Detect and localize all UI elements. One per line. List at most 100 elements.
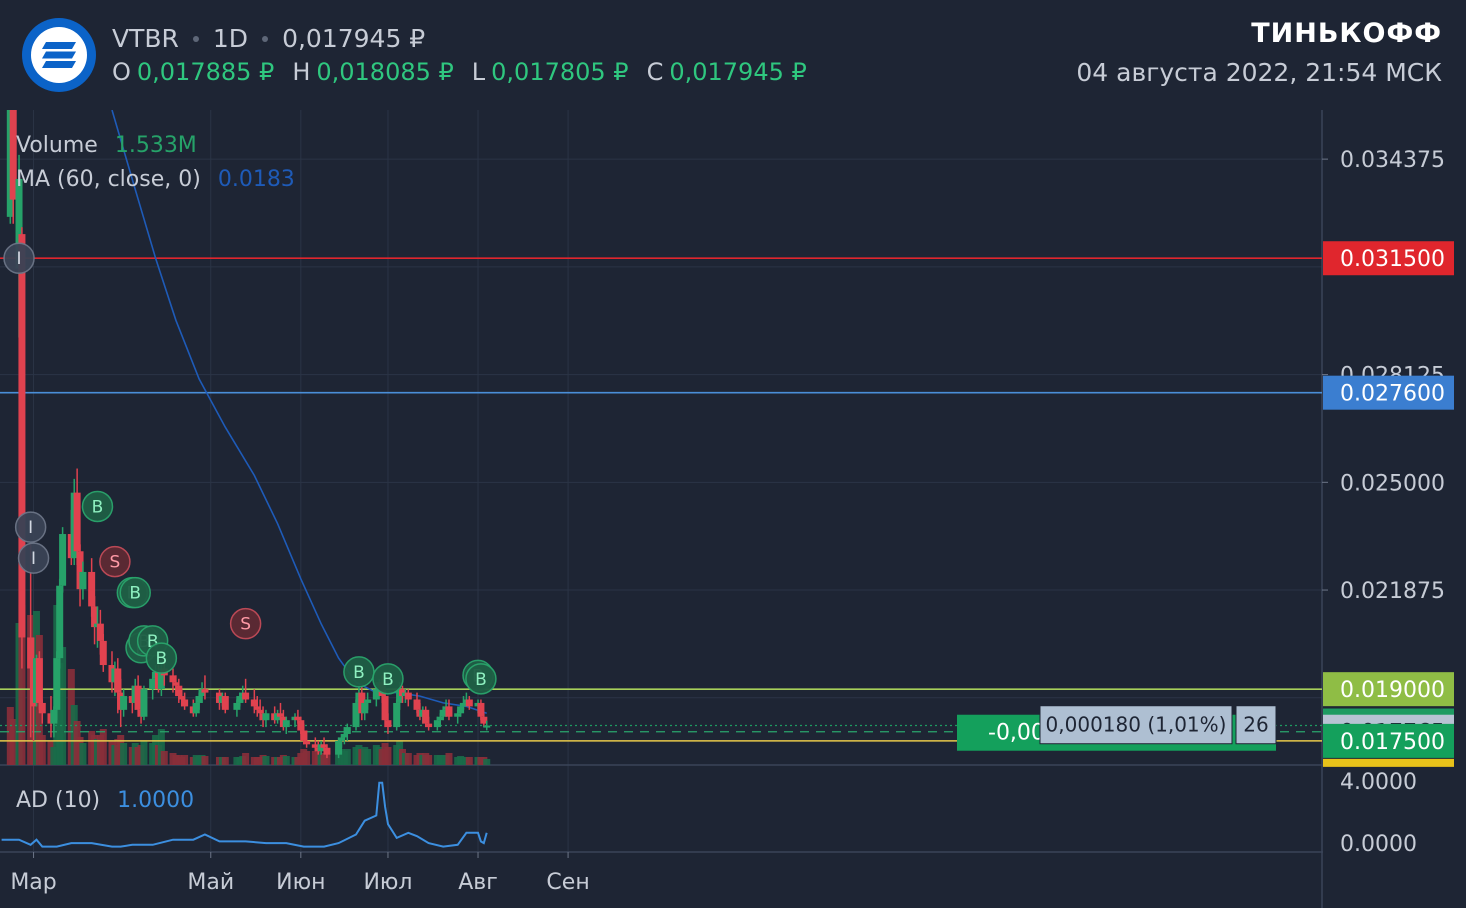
candle-body: [425, 723, 433, 728]
price-axis-yellow-tag: [1323, 758, 1454, 767]
position-pnl: -0,00: [988, 721, 1045, 746]
volume-bar: [262, 756, 270, 765]
candle-body: [262, 713, 270, 721]
trade-marker-label: B: [129, 584, 141, 604]
price-level-tag-label: 0.027600: [1340, 382, 1445, 407]
ma-value: 0.0183: [217, 167, 295, 192]
trade-marker-B: B: [81, 490, 114, 523]
ad-axis-label: 4.0000: [1340, 770, 1417, 795]
volume-bar: [425, 755, 433, 765]
candle-body: [181, 699, 189, 707]
time-axis-label: Май: [187, 870, 234, 895]
candle-body: [38, 702, 46, 714]
time-axis-label: Мар: [10, 870, 56, 895]
trade-marker-label: S: [109, 553, 120, 573]
trade-marker-label: B: [382, 670, 394, 690]
trade-marker-label: I: [17, 249, 22, 269]
candle-body: [201, 689, 209, 693]
candle-body: [56, 585, 64, 659]
volume-bar: [140, 741, 148, 765]
separator-dot: [262, 35, 269, 42]
ohlc-close: C 0,017945 ₽: [646, 58, 807, 86]
candle-body: [282, 720, 290, 728]
candle-body: [79, 571, 87, 590]
volume-bar: [465, 757, 473, 765]
candle-body: [483, 725, 491, 728]
price-axis: 0.0343750.0281250.0250000.0218750.031500…: [1322, 110, 1466, 908]
vtb-logo-icon: [42, 42, 76, 68]
candle-body: [242, 692, 250, 700]
ticker-symbol: VTBR: [112, 24, 179, 53]
time-axis-label: Сен: [546, 870, 589, 895]
trade-marker-label: B: [475, 670, 487, 690]
volume-legend: Volume 1.533M: [16, 133, 197, 158]
volume-bar: [282, 756, 290, 765]
trade-marker-label: B: [156, 649, 168, 669]
trade-marker-label: I: [28, 518, 33, 538]
trade-marker-I: I: [3, 242, 35, 274]
price-level-tag-label: 0.017500: [1340, 730, 1445, 755]
price-level-tag: 0.031500: [1323, 241, 1454, 276]
last-price: 0,017945 ₽: [282, 24, 426, 53]
price-axis-label: 0.025000: [1340, 471, 1445, 496]
candle-body: [18, 234, 26, 638]
price-chart[interactable]: IIIBSBBBBBBSBBBB-0,000,000180 (1,01%)260…: [0, 110, 1466, 908]
ma-legend: MA (60, close, 0) 0.0183: [16, 167, 295, 192]
candle-body: [445, 706, 453, 717]
time-axis-label: Июн: [276, 870, 325, 895]
candle-body: [465, 699, 473, 707]
volume-bar: [221, 757, 229, 765]
candle-body: [73, 492, 81, 552]
ohlc-open: O 0,017885 ₽: [112, 58, 275, 86]
ohlc-row: O 0,017885 ₽ H 0,018085 ₽ L 0,017805 ₽ C 0,0…: [112, 58, 807, 86]
trade-marker-I: I: [14, 511, 47, 543]
volume-bar: [79, 743, 87, 765]
ad-value: 1.0000: [117, 788, 195, 813]
trade-marker-label: B: [353, 663, 365, 683]
price-level-tag-label: 0.019000: [1340, 678, 1445, 703]
candle-body: [404, 692, 412, 700]
ma-line: [111, 110, 487, 715]
candle-up: [59, 527, 67, 593]
volume-bar: [120, 743, 128, 765]
price-levels: [0, 257, 1322, 742]
price-level-tag-label: 0.031500: [1340, 247, 1445, 272]
price-level-tag: 0.019000: [1323, 672, 1454, 707]
volume-bar: [343, 749, 351, 765]
candle-body: [35, 658, 43, 703]
trade-marker-label: B: [92, 497, 104, 517]
brand-name: ТИНЬКОФФ: [1251, 18, 1442, 49]
candle-body: [384, 720, 392, 728]
trade-marker-label: S: [240, 615, 251, 635]
volume-value: 1.533M: [114, 133, 197, 158]
time-axis-label: Июл: [363, 870, 412, 895]
price-level-tag: 0.027600: [1323, 375, 1454, 410]
volume-bar: [303, 751, 311, 765]
candle-body: [303, 740, 311, 745]
volume-bar: [384, 747, 392, 765]
volume-bar: [38, 735, 46, 765]
time-axis: Мар Май Июн Июл Авг Сен: [10, 852, 590, 895]
separator-dot: [192, 35, 199, 42]
chart-header: VTBR 1D 0,017945 ₽ O 0,017885 ₽ H 0,018085…: [0, 0, 1466, 110]
trade-marker-S: S: [229, 607, 262, 640]
interval[interactable]: 1D: [213, 24, 248, 53]
volume-bar: [445, 753, 453, 765]
chart-datetime: 04 августа 2022, 21:54 МСК: [1076, 58, 1442, 87]
volume-bar: [404, 753, 412, 765]
candle-body: [120, 696, 128, 710]
quantity-text: 26: [1243, 713, 1268, 737]
candle-body: [59, 534, 67, 586]
price-axis-label: 0.034375: [1340, 148, 1445, 173]
candle-body: [140, 689, 148, 717]
ad-axis-label: 0.0000: [1340, 832, 1417, 857]
trade-marker-S: S: [99, 545, 131, 578]
candle-body: [323, 747, 331, 755]
candle-down: [18, 227, 26, 669]
candle-up: [140, 685, 148, 721]
price-level-tag: 0.017500: [1323, 723, 1454, 758]
candle-body: [221, 696, 229, 710]
trade-marker-B: B: [343, 656, 375, 688]
volume-bar: [483, 759, 491, 765]
candle-body: [364, 699, 372, 703]
